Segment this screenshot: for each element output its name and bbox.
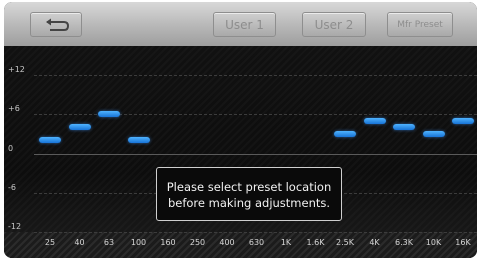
- y-tick-label: 0: [8, 143, 14, 153]
- x-tick-label: 63: [103, 238, 115, 247]
- gridline: [34, 75, 477, 76]
- eq-band-slider[interactable]: [363, 117, 386, 124]
- x-tick-label: 630: [248, 238, 265, 247]
- mfr-preset-button[interactable]: Mfr Preset: [387, 12, 453, 37]
- x-tick-label: 1K: [280, 238, 292, 247]
- eq-band-slider[interactable]: [422, 130, 445, 137]
- x-tick-label: 160: [160, 238, 176, 247]
- x-tick-label: 25: [44, 238, 56, 247]
- x-tick-label: 100: [130, 238, 147, 247]
- eq-band-slider[interactable]: [393, 124, 415, 131]
- gridline: [34, 232, 477, 233]
- x-tick-label: 1.6K: [306, 238, 325, 247]
- popup-line-1: Please select preset location: [166, 180, 332, 194]
- back-button[interactable]: [30, 12, 82, 37]
- eq-band-slider[interactable]: [127, 137, 150, 144]
- eq-band-slider[interactable]: [39, 137, 61, 144]
- x-tick-label: 250: [189, 238, 206, 247]
- eq-band-slider[interactable]: [452, 117, 474, 124]
- eq-band-slider[interactable]: [68, 124, 91, 131]
- gridline: [34, 153, 477, 155]
- user1-button[interactable]: User 1: [213, 12, 276, 37]
- x-tick-label: 16K: [455, 238, 471, 247]
- eq-graph: +12 +6 0 -6 -12 25 40 63 100 160 250 400 630 1K 1.6K 2.…: [4, 46, 477, 258]
- x-tick-label: 6.3K: [395, 238, 413, 247]
- x-tick-label: 4K: [369, 238, 380, 247]
- back-arrow-icon: [46, 18, 70, 31]
- eq-band-slider[interactable]: [334, 130, 356, 137]
- y-tick-label: -6: [8, 182, 16, 192]
- preset-notice-popup: Please select preset location before mak…: [156, 167, 342, 221]
- user2-button[interactable]: User 2: [302, 12, 366, 37]
- x-tick-label: 10K: [425, 238, 442, 247]
- toolbar: User 1 User 2 Mfr Preset: [4, 2, 477, 47]
- x-tick-label: 2.5K: [336, 238, 354, 247]
- x-tick-label: 40: [74, 238, 85, 247]
- y-tick-label: +12: [8, 65, 25, 74]
- y-tick-label: +6: [8, 104, 20, 114]
- x-tick-label: 400: [219, 238, 235, 247]
- eq-screen: User 1 User 2 Mfr Preset +12 +6 0 -6 -12 25 40…: [4, 2, 477, 258]
- y-tick-label: -12: [8, 222, 22, 231]
- eq-band-slider[interactable]: [98, 111, 120, 118]
- popup-line-2: before making adjustments.: [167, 196, 331, 210]
